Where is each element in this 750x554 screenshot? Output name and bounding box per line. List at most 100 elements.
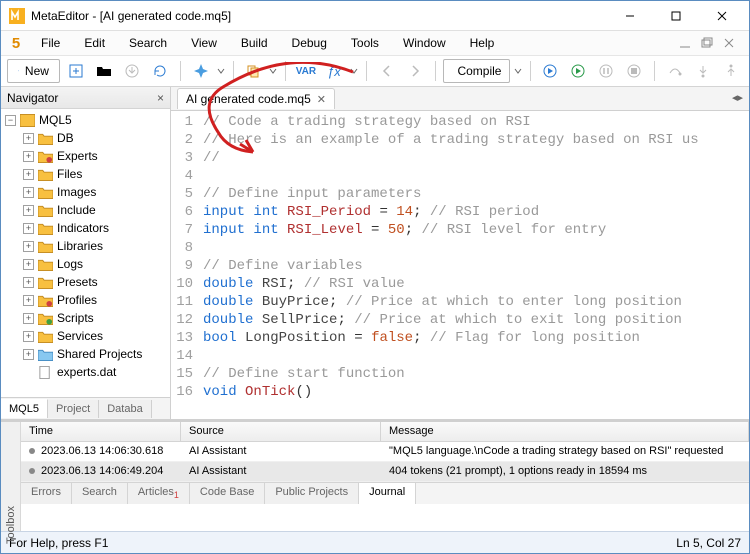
mdi-minimize-icon[interactable]: [677, 35, 693, 51]
code-editor[interactable]: 12345678910111213141516 // Code a tradin…: [171, 111, 749, 419]
menu-file[interactable]: File: [29, 33, 72, 53]
pause-button[interactable]: [594, 59, 618, 83]
refresh-button[interactable]: [148, 59, 172, 83]
save-button[interactable]: [120, 59, 144, 83]
log-header: Time Source Message: [21, 422, 749, 442]
navtab-project[interactable]: Project: [48, 400, 99, 418]
menu-bar: 5 File Edit Search View Build Debug Tool…: [1, 31, 749, 55]
menu-build[interactable]: Build: [229, 33, 280, 53]
file-tabs: AI generated code.mq5 ✕ ◂▸: [171, 87, 749, 111]
tree-item[interactable]: +Shared Projects: [1, 345, 170, 363]
bottom-tabs: Errors Search Articles1 Code Base Public…: [21, 482, 749, 504]
tree-item[interactable]: +DB: [1, 129, 170, 147]
status-help: For Help, press F1: [9, 536, 676, 550]
tree-root[interactable]: −MQL5: [1, 111, 170, 129]
refresh-icon: [152, 63, 168, 79]
toolbar: New VAR ƒx Compile: [1, 55, 749, 87]
code-content[interactable]: // Code a trading strategy based on RSI/…: [199, 111, 749, 419]
tree-item[interactable]: +Include: [1, 201, 170, 219]
copy-button[interactable]: [241, 59, 265, 83]
ai-dropdown[interactable]: [217, 67, 225, 75]
step-in-icon: [695, 63, 711, 79]
tree-item[interactable]: +Indicators: [1, 219, 170, 237]
tree-item[interactable]: +Services: [1, 327, 170, 345]
run-button[interactable]: [566, 59, 590, 83]
toolbox-toggle[interactable]: Toolbox: [1, 422, 21, 531]
log-col-message[interactable]: Message: [381, 422, 749, 441]
fx-dropdown[interactable]: [350, 67, 358, 75]
status-cursor: Ln 5, Col 27: [676, 536, 741, 550]
compile-dropdown[interactable]: [514, 67, 522, 75]
tabs-overflow-icon[interactable]: ◂▸: [732, 91, 743, 104]
new-window-button[interactable]: [64, 59, 88, 83]
tree-item[interactable]: +Libraries: [1, 237, 170, 255]
save-icon: [124, 63, 140, 79]
close-tab-icon[interactable]: ✕: [317, 93, 326, 106]
log-row[interactable]: 2023.06.13 14:06:30.618AI Assistant"MQL5…: [21, 442, 749, 462]
debug-start-button[interactable]: [538, 59, 562, 83]
minimize-button[interactable]: [607, 2, 653, 30]
editor-panel: AI generated code.mq5 ✕ ◂▸ 1234567891011…: [171, 87, 749, 419]
step-over-icon: [667, 63, 683, 79]
log-col-time[interactable]: Time: [21, 422, 181, 441]
step-in-button[interactable]: [691, 59, 715, 83]
btab-codebase[interactable]: Code Base: [190, 483, 265, 504]
menu-help[interactable]: Help: [458, 33, 507, 53]
navigator-header: Navigator ×: [1, 87, 170, 109]
btab-public[interactable]: Public Projects: [265, 483, 359, 504]
open-button[interactable]: [92, 59, 116, 83]
menu-search[interactable]: Search: [117, 33, 179, 53]
tree-item[interactable]: +Profiles: [1, 291, 170, 309]
navigator-tree[interactable]: −MQL5+DB+Experts+Files+Images+Include+In…: [1, 109, 170, 397]
tree-item[interactable]: +Presets: [1, 273, 170, 291]
btab-articles[interactable]: Articles1: [128, 483, 190, 504]
log-col-source[interactable]: Source: [181, 422, 381, 441]
step-out-icon: [723, 63, 739, 79]
tree-item[interactable]: experts.dat: [1, 363, 170, 381]
navigator-close-icon[interactable]: ×: [157, 91, 164, 105]
app-icon: [9, 8, 25, 24]
mdi-restore-icon[interactable]: [699, 35, 715, 51]
step-out-button[interactable]: [719, 59, 743, 83]
tree-item[interactable]: +Experts: [1, 147, 170, 165]
fx-button[interactable]: ƒx: [322, 59, 346, 83]
stop-button[interactable]: [622, 59, 646, 83]
var-button[interactable]: VAR: [294, 59, 318, 83]
menu-debug[interactable]: Debug: [280, 33, 339, 53]
menu-tools[interactable]: Tools: [339, 33, 391, 53]
menu-window[interactable]: Window: [391, 33, 458, 53]
close-button[interactable]: [699, 2, 745, 30]
menu-edit[interactable]: Edit: [72, 33, 117, 53]
menu-view[interactable]: View: [179, 33, 229, 53]
tree-item[interactable]: +Files: [1, 165, 170, 183]
step-over-button[interactable]: [663, 59, 687, 83]
tree-item[interactable]: +Logs: [1, 255, 170, 273]
tree-item[interactable]: +Scripts: [1, 309, 170, 327]
tree-item[interactable]: +Images: [1, 183, 170, 201]
compile-label: Compile: [457, 64, 501, 78]
btab-errors[interactable]: Errors: [21, 483, 72, 504]
new-button[interactable]: New: [7, 59, 60, 83]
copy-icon: [245, 63, 261, 79]
maximize-button[interactable]: [653, 2, 699, 30]
arrow-right-icon: [407, 63, 423, 79]
forward-button[interactable]: [403, 59, 427, 83]
bottom-panel: Toolbox Time Source Message 2023.06.13 1…: [1, 419, 749, 531]
compile-button[interactable]: Compile: [443, 59, 509, 83]
file-tab[interactable]: AI generated code.mq5 ✕: [177, 88, 335, 109]
ai-sparkle-button[interactable]: [189, 59, 213, 83]
navtab-mql5[interactable]: MQL5: [1, 399, 48, 418]
toolbox-label: Toolbox: [5, 506, 17, 544]
logo-icon: 5: [7, 35, 25, 52]
copy-dropdown[interactable]: [269, 67, 277, 75]
window-title: MetaEditor - [AI generated code.mq5]: [31, 9, 607, 23]
back-button[interactable]: [375, 59, 399, 83]
status-bar: For Help, press F1 Ln 5, Col 27: [1, 531, 749, 553]
navtab-database[interactable]: Databa: [99, 400, 151, 418]
btab-journal[interactable]: Journal: [359, 483, 416, 504]
btab-search[interactable]: Search: [72, 483, 128, 504]
navigator-title: Navigator: [7, 91, 58, 105]
log-row[interactable]: 2023.06.13 14:06:49.204AI Assistant404 t…: [21, 462, 749, 482]
mdi-close-icon[interactable]: [721, 35, 737, 51]
play-icon: [570, 63, 586, 79]
